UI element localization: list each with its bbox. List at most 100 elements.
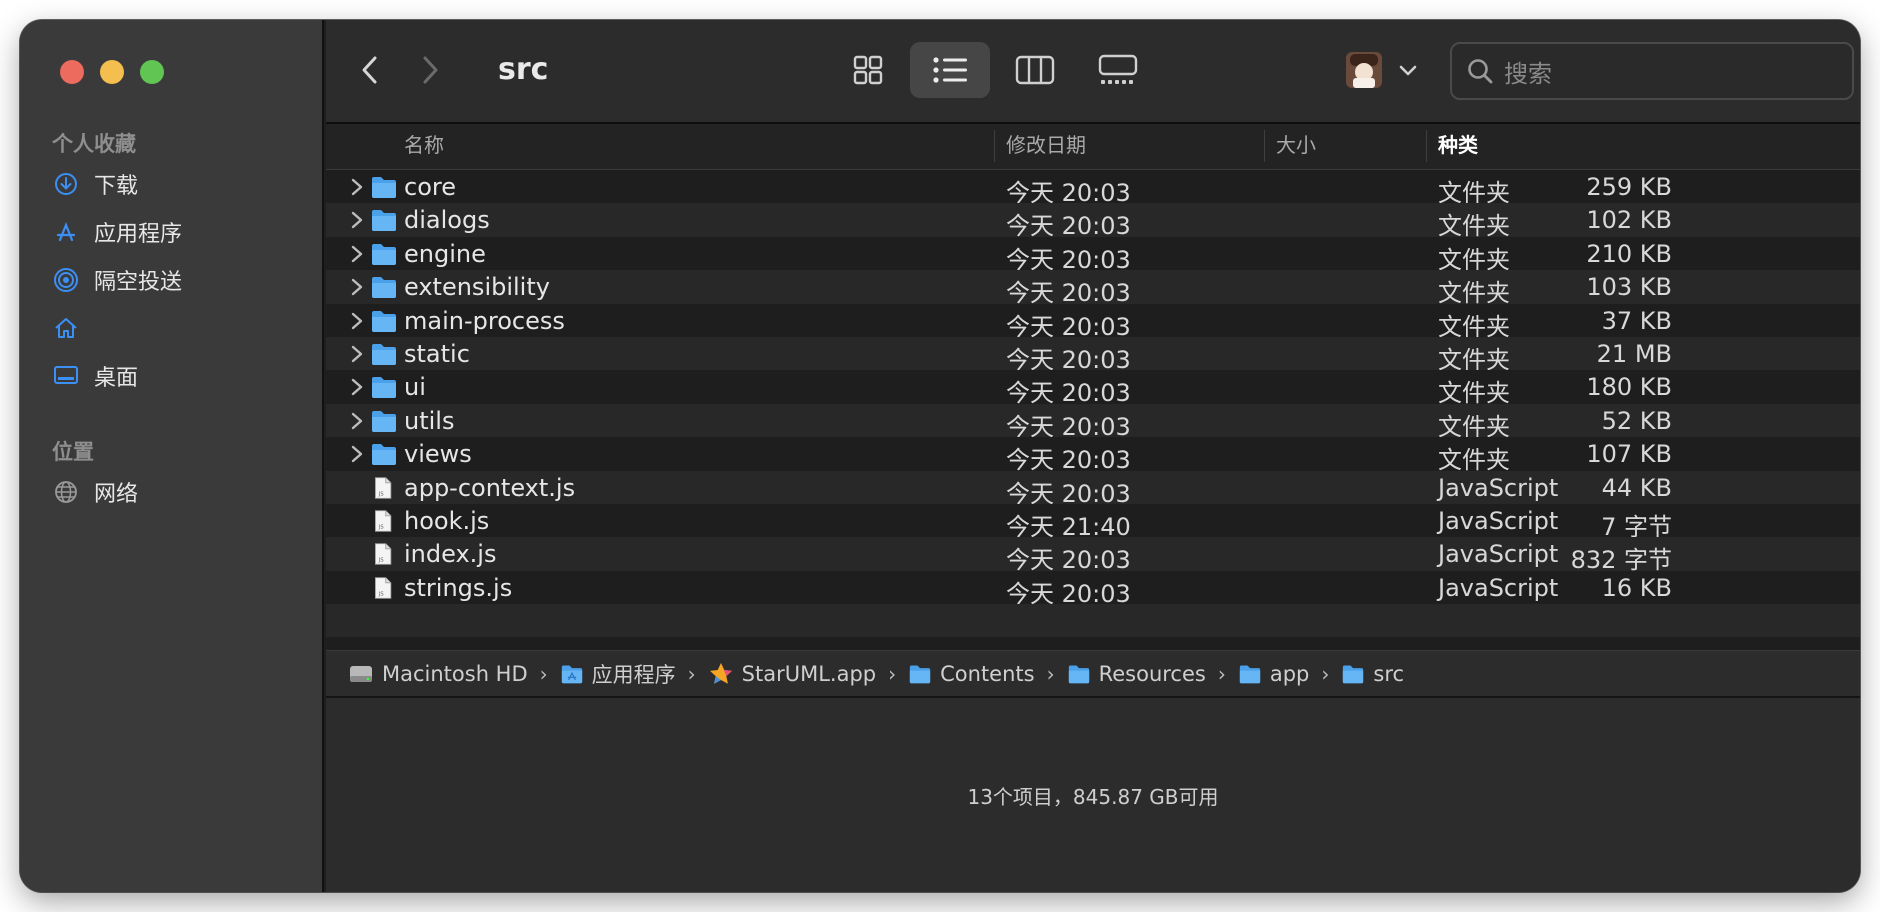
path-item-staruml-app[interactable]: StarUML.app: [708, 661, 876, 687]
js-file-icon: JS: [375, 543, 392, 566]
search-field[interactable]: 搜索: [1450, 42, 1854, 100]
chevron-right-icon: ›: [1217, 661, 1226, 686]
path-item-src[interactable]: src: [1341, 662, 1404, 686]
sidebar-item-applications[interactable]: 应用程序: [52, 212, 182, 252]
disclosure-triangle-icon[interactable]: [348, 376, 366, 398]
window-controls: [60, 60, 164, 84]
disclosure-triangle-icon[interactable]: [348, 276, 366, 298]
column-header: 名称 修改日期 大小 种类: [326, 124, 1860, 170]
sidebar-item-downloads[interactable]: 下载: [52, 164, 138, 204]
path-item-contents[interactable]: Contents: [908, 661, 1035, 686]
file-row[interactable]: views 今天 20:03 107 KB 文件夹: [326, 437, 1860, 474]
svg-text:JS: JS: [378, 591, 384, 597]
js-file-icon: JS: [375, 476, 392, 499]
file-list: core 今天 20:03 259 KB 文件夹 dialogs 今天 20:0…: [326, 170, 1860, 638]
path-item-label: Macintosh HD: [382, 661, 528, 686]
file-row[interactable]: engine 今天 20:03 210 KB 文件夹: [326, 236, 1860, 274]
list-view-button[interactable]: [910, 42, 990, 98]
path-item-label: StarUML.app: [741, 661, 877, 686]
path-item-label: Contents: [940, 661, 1035, 686]
minimize-button[interactable]: [100, 60, 124, 84]
sidebar-item-airdrop[interactable]: 隔空投送: [52, 260, 182, 300]
gallery-icon: [1098, 54, 1138, 84]
sidebar-item-desktop[interactable]: 桌面: [52, 356, 138, 396]
sidebar-item-label: 应用程序: [94, 222, 183, 247]
file-row[interactable]: static 今天 20:03 21 MB 文件夹: [326, 336, 1860, 374]
network-icon: [52, 478, 80, 506]
folder-icon: [372, 343, 396, 365]
svg-text:JS: JS: [378, 491, 384, 497]
finder-window: 个人收藏 下载 应用程序 隔空投送 桌面 位置 网络 src 搜索 名称 修改日…: [20, 20, 1860, 892]
disk-icon: [350, 665, 372, 682]
path-item-label: 应用程序: [591, 662, 676, 687]
disclosure-triangle-icon[interactable]: [348, 310, 366, 332]
file-name: extensibility: [404, 273, 550, 302]
column-divider[interactable]: [1426, 130, 1427, 162]
sidebar-item-home[interactable]: [52, 308, 94, 348]
folder-icon: [372, 444, 396, 466]
path-item-app[interactable]: app: [1238, 662, 1309, 686]
chevron-right-icon: ›: [687, 661, 696, 686]
folder-icon: [372, 310, 396, 332]
chevron-down-icon: [1399, 65, 1417, 76]
folder-icon: [561, 665, 582, 683]
icon-view-button[interactable]: [836, 42, 900, 98]
disclosure-triangle-icon[interactable]: [348, 176, 366, 198]
folder-icon: [1239, 665, 1260, 683]
disclosure-triangle-icon[interactable]: [348, 410, 366, 432]
back-button[interactable]: [350, 50, 390, 90]
column-view-button[interactable]: [1000, 42, 1070, 98]
zoom-button[interactable]: [140, 60, 164, 84]
path-item-macintosh-hd[interactable]: Macintosh HD: [348, 662, 528, 686]
file-row[interactable]: JS index.js 今天 20:03 832 字节 JavaScript: [326, 537, 1860, 574]
file-row[interactable]: main-process 今天 20:03 37 KB 文件夹: [326, 303, 1860, 341]
sidebar-item-network[interactable]: 网络: [52, 472, 138, 512]
path-item-applications[interactable]: 应用程序: [560, 659, 676, 689]
applications-icon: [52, 218, 80, 246]
file-size: 37 KB: [1601, 306, 1672, 335]
column-header-kind[interactable]: 种类: [1438, 124, 1478, 169]
file-kind: JavaScript: [1438, 473, 1559, 502]
path-item-resources[interactable]: Resources: [1067, 662, 1206, 686]
favorites-section-title: 个人收藏: [52, 132, 136, 156]
share-menu-button[interactable]: [1336, 42, 1426, 98]
js-file-icon: JS: [375, 510, 392, 532]
chevron-right-icon: ›: [1321, 661, 1330, 686]
column-divider[interactable]: [994, 130, 995, 162]
staruml-app-icon: [709, 662, 732, 684]
file-row[interactable]: utils 今天 20:03 52 KB 文件夹: [326, 403, 1860, 441]
folder-icon: [1068, 665, 1089, 683]
column-header-date[interactable]: 修改日期: [1006, 124, 1086, 169]
file-row[interactable]: JS app-context.js 今天 20:03 44 KB JavaScr…: [326, 470, 1860, 508]
close-button[interactable]: [60, 60, 84, 84]
file-row[interactable]: JS strings.js 今天 20:03 16 KB JavaScript: [326, 570, 1860, 608]
forward-button[interactable]: [410, 50, 450, 90]
file-name: utils: [404, 406, 455, 435]
file-row[interactable]: ui 今天 20:03 180 KB 文件夹: [326, 370, 1860, 407]
column-header-name[interactable]: 名称: [404, 124, 444, 169]
file-kind: JavaScript: [1438, 573, 1559, 602]
sidebar-item-label: 隔空投送: [94, 270, 183, 295]
disclosure-triangle-icon[interactable]: [348, 443, 366, 465]
file-kind: JavaScript: [1438, 540, 1559, 569]
file-name: app-context.js: [404, 473, 576, 502]
sidebar-item-label: 桌面: [94, 366, 139, 391]
file-row[interactable]: JS hook.js 今天 21:40 7 字节 JavaScript: [326, 503, 1860, 541]
file-name: strings.js: [404, 573, 513, 602]
column-divider[interactable]: [1264, 130, 1265, 162]
file-row[interactable]: core 今天 20:03 259 KB 文件夹: [326, 170, 1860, 207]
column-header-size[interactable]: 大小: [1276, 124, 1316, 169]
list-icon: [933, 57, 967, 83]
file-size: 102 KB: [1586, 206, 1672, 235]
gallery-view-button[interactable]: [1078, 42, 1158, 98]
path-item-label: Resources: [1098, 661, 1206, 686]
file-row[interactable]: extensibility 今天 20:03 103 KB 文件夹: [326, 270, 1860, 307]
main-pane: src 搜索 名称 修改日期 大小 种类 core 今天 20:03 259 K…: [326, 20, 1860, 892]
folder-icon: [909, 665, 931, 683]
disclosure-triangle-icon[interactable]: [348, 243, 366, 265]
file-row[interactable]: dialogs 今天 20:03 102 KB 文件夹: [326, 203, 1860, 240]
disclosure-triangle-icon[interactable]: [348, 209, 366, 231]
home-icon: [52, 314, 80, 342]
disclosure-triangle-icon[interactable]: [348, 343, 366, 365]
folder-icon: [1343, 665, 1364, 683]
